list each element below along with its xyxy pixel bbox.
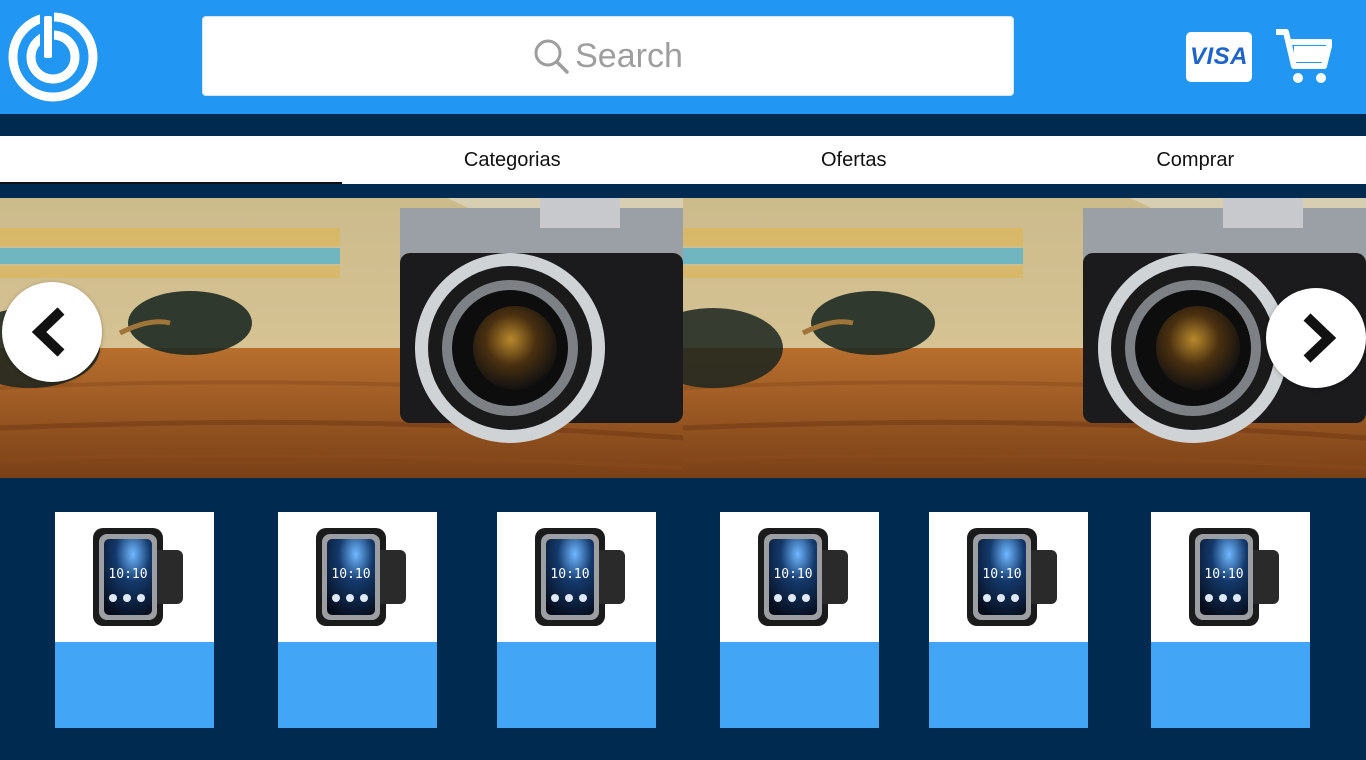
tab-ofertas[interactable]: Ofertas <box>683 136 1025 184</box>
banner-slide-image <box>0 198 683 478</box>
carousel-next-button[interactable] <box>1266 288 1366 388</box>
tab-home[interactable] <box>0 136 342 184</box>
smartwatch-image <box>534 528 625 626</box>
tab-label: Comprar <box>1156 148 1235 171</box>
app-header: Search VISA <box>0 0 1366 114</box>
product-card-footer <box>55 642 214 728</box>
search-icon <box>534 39 569 74</box>
banner-slide-image <box>683 198 1366 478</box>
tab-label: Ofertas <box>820 148 887 171</box>
product-card[interactable] <box>720 512 879 728</box>
nav-tabs: Categorias Ofertas Comprar <box>0 136 1366 184</box>
visa-label: VISA <box>1189 43 1248 70</box>
banner-carousel <box>0 198 1366 478</box>
product-card[interactable] <box>55 512 214 728</box>
product-card-footer <box>1151 642 1310 728</box>
product-card-footer <box>720 642 879 728</box>
chevron-right-icon <box>1303 313 1337 363</box>
product-card-footer <box>929 642 1088 728</box>
tab-comprar[interactable]: Comprar <box>1025 136 1366 184</box>
product-card[interactable] <box>929 512 1088 728</box>
tab-categorias[interactable]: Categorias <box>342 136 684 184</box>
search-placeholder: Search <box>575 36 683 75</box>
tab-label: Categorias <box>463 148 561 171</box>
carousel-prev-button[interactable] <box>2 282 102 382</box>
visa-card-icon[interactable]: VISA <box>1186 32 1252 82</box>
power-logo-icon[interactable] <box>8 12 98 102</box>
product-card[interactable] <box>278 512 437 728</box>
smartwatch-image <box>757 528 848 626</box>
smartwatch-image <box>966 528 1057 626</box>
shopping-cart-icon[interactable] <box>1274 28 1332 86</box>
product-card[interactable] <box>1151 512 1310 728</box>
smartwatch-image <box>1188 528 1279 626</box>
smartwatch-image <box>92 528 183 626</box>
search-input[interactable]: Search <box>202 16 1014 96</box>
product-card-footer <box>497 642 656 728</box>
product-card[interactable] <box>497 512 656 728</box>
chevron-left-icon <box>31 307 65 357</box>
product-card-footer <box>278 642 437 728</box>
smartwatch-image <box>315 528 406 626</box>
